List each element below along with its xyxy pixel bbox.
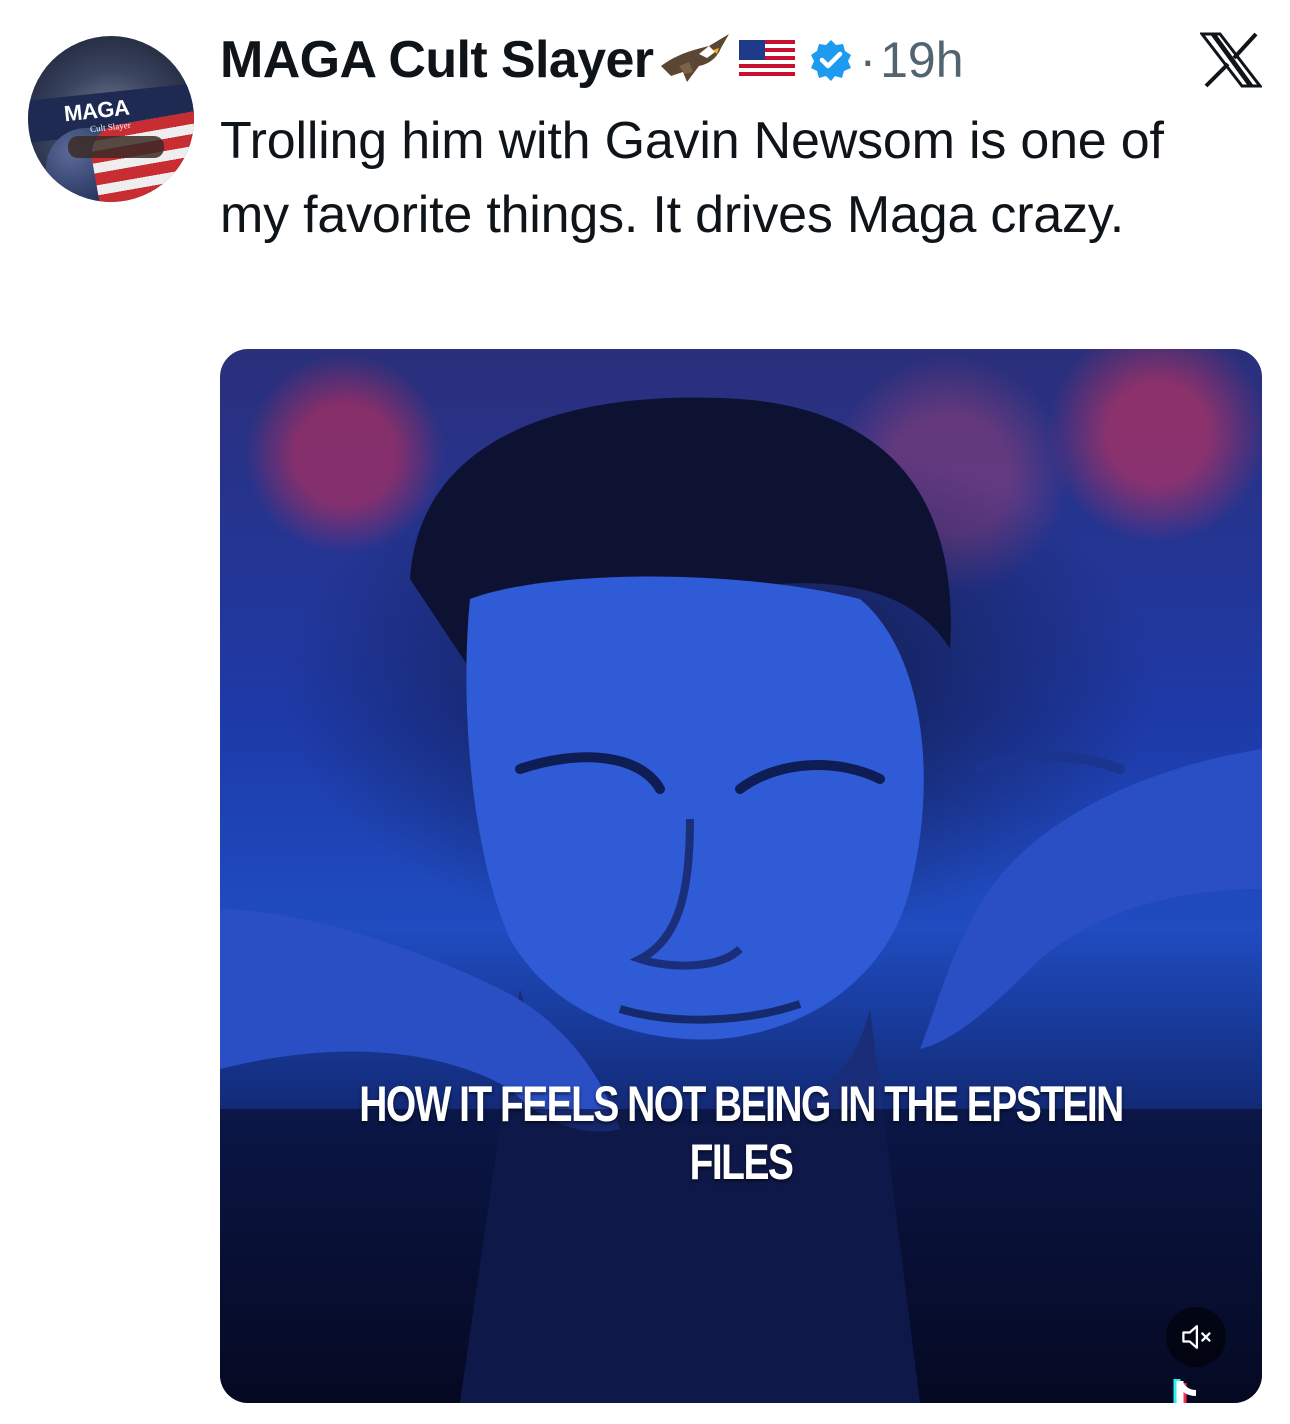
us-flag-icon [739, 40, 796, 80]
author-avatar[interactable]: MAGA Cult Slayer [28, 36, 194, 202]
speaker-muted-icon [1182, 1325, 1211, 1349]
eagle-icon [659, 32, 731, 88]
post-video[interactable]: HOW IT FEELS NOT BEING IN THE EPSTEIN FI… [220, 349, 1262, 1403]
x-logo-icon [1198, 32, 1264, 88]
avatar-eyes [68, 136, 164, 158]
post-timestamp[interactable]: 19h [880, 31, 963, 89]
author-name[interactable]: MAGA Cult Slayer [220, 30, 654, 90]
video-caption: HOW IT FEELS NOT BEING IN THE EPSTEIN FI… [359, 1076, 1124, 1190]
tiktok-icon [1173, 1379, 1197, 1403]
post-text: Trolling him with Gavin Newsom is one of… [220, 112, 1164, 244]
video-frame [220, 397, 1262, 1403]
header-separator: · [859, 32, 877, 88]
post-header: MAGA Cult Slayer · 19h [220, 28, 964, 92]
mute-button[interactable] [1166, 1307, 1226, 1367]
verified-badge-icon [809, 38, 853, 82]
